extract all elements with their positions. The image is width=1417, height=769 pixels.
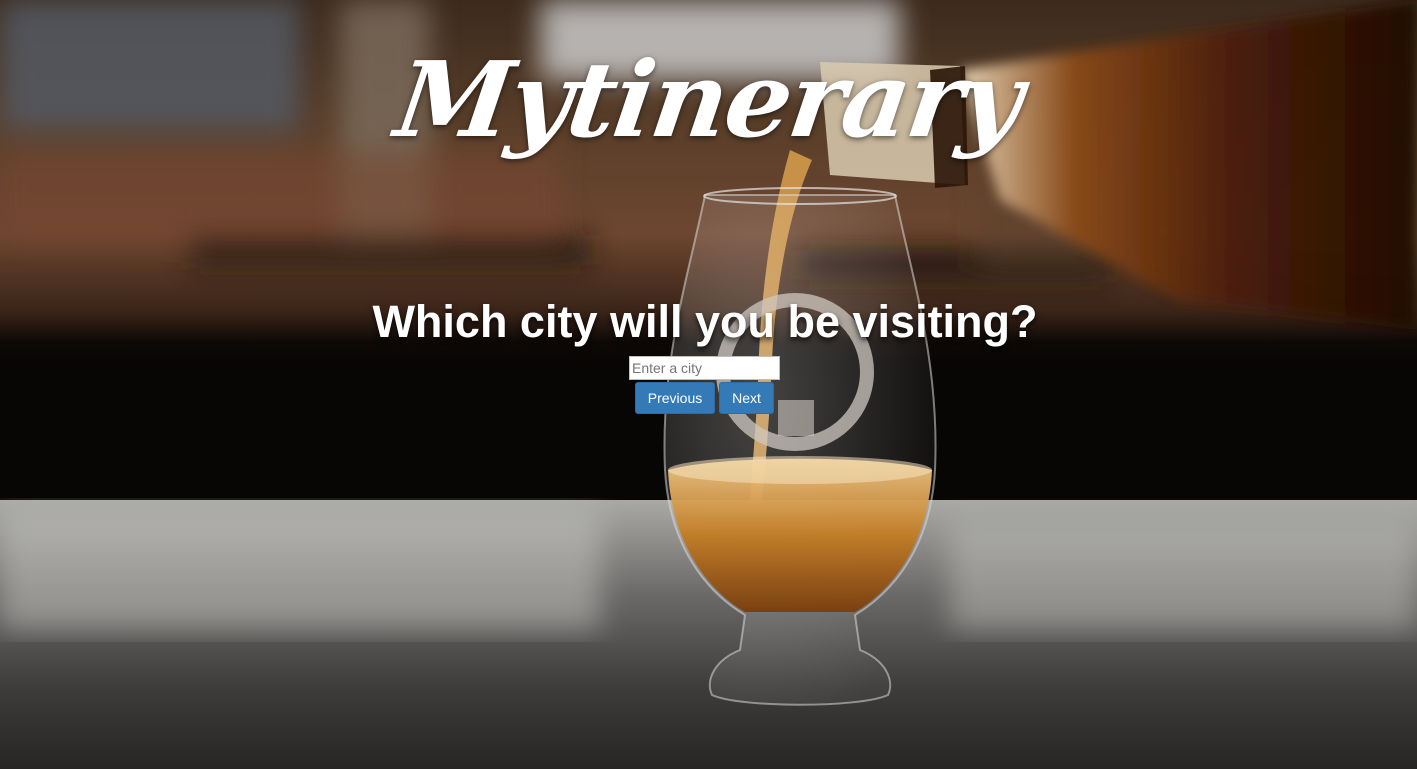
next-button[interactable]: Next: [719, 382, 774, 414]
site-logo: Mytinerary: [388, 38, 1029, 161]
city-question-heading: Which city will you be visiting?: [372, 296, 1038, 347]
previous-button[interactable]: Previous: [635, 382, 715, 414]
landing-screen: Mytinerary Which city will you be visiti…: [0, 0, 1417, 769]
city-search-input[interactable]: [629, 356, 780, 380]
